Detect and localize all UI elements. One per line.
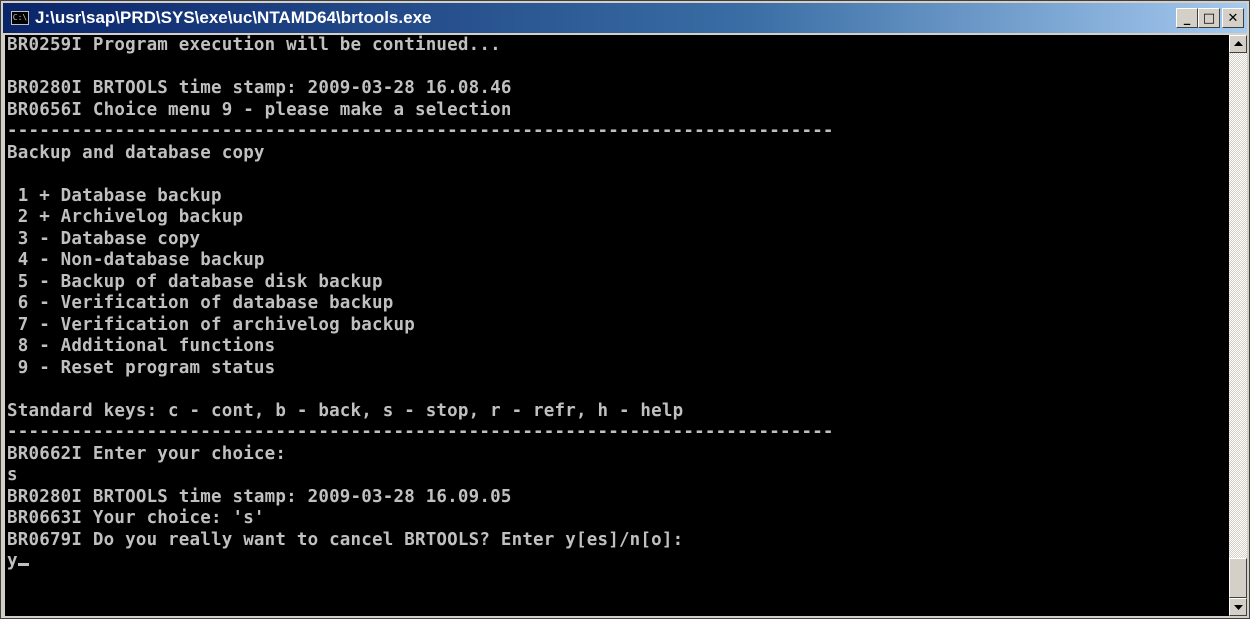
window-controls: _ □ ✕ <box>1176 8 1244 28</box>
maximize-button[interactable]: □ <box>1198 8 1220 28</box>
menu-title: Backup and database copy <box>7 142 265 163</box>
console-lines: BR0259I Program execution will be contin… <box>7 35 834 573</box>
console-output[interactable]: BR0259I Program execution will be contin… <box>5 35 1229 616</box>
menu-option-8: 8 - Additional functions <box>7 336 276 356</box>
menu-option-3: 3 - Database copy <box>7 228 201 249</box>
input-line[interactable]: y <box>7 551 834 573</box>
console-line: BR0656I Choice menu 9 - please make a se… <box>7 99 512 120</box>
menu-option-5: 5 - Backup of database disk backup <box>7 271 383 292</box>
close-button[interactable]: ✕ <box>1222 8 1244 28</box>
scroll-down-button[interactable] <box>1229 598 1247 616</box>
minimize-button[interactable]: _ <box>1176 8 1198 28</box>
console-line: BR0663I Your choice: 's' <box>7 508 265 528</box>
menu-option-7: 7 - Verification of archivelog backup <box>7 314 415 335</box>
window-title: J:\usr\sap\PRD\SYS\exe\uc\NTAMD64\brtool… <box>35 8 432 27</box>
menu-option-2: 2 + Archivelog backup <box>7 207 244 227</box>
console-line: BR0280I BRTOOLS time stamp: 2009-03-28 1… <box>7 486 512 507</box>
current-input: y <box>7 551 18 571</box>
arrow-down-icon <box>1233 605 1243 610</box>
choice-prompt: BR0662I Enter your choice: <box>7 443 287 464</box>
console-line: BR0280I BRTOOLS time stamp: 2009-03-28 1… <box>7 78 512 98</box>
user-input-line: s <box>7 465 18 485</box>
menu-option-6: 6 - Verification of database backup <box>7 293 394 313</box>
scrollbar-thumb[interactable] <box>1229 558 1247 598</box>
menu-option-4: 4 - Non-database backup <box>7 250 265 270</box>
scroll-up-button[interactable] <box>1229 35 1247 53</box>
separator-line: ----------------------------------------… <box>7 422 834 442</box>
text-cursor <box>17 563 29 566</box>
console-icon[interactable]: C:\ <box>11 11 29 25</box>
vertical-scrollbar[interactable] <box>1229 35 1247 616</box>
standard-keys-line: Standard keys: c - cont, b - back, s - s… <box>7 400 684 421</box>
menu-option-1: 1 + Database backup <box>7 185 222 206</box>
arrow-up-icon <box>1233 41 1243 46</box>
menu-option-9: 9 - Reset program status <box>7 357 276 378</box>
cancel-prompt: BR0679I Do you really want to cancel BRT… <box>7 529 684 550</box>
console-window: C:\ J:\usr\sap\PRD\SYS\exe\uc\NTAMD64\br… <box>0 0 1250 619</box>
title-bar[interactable]: C:\ J:\usr\sap\PRD\SYS\exe\uc\NTAMD64\br… <box>3 3 1247 33</box>
console-line: BR0259I Program execution will be contin… <box>7 35 501 55</box>
separator-line: ----------------------------------------… <box>7 121 834 141</box>
